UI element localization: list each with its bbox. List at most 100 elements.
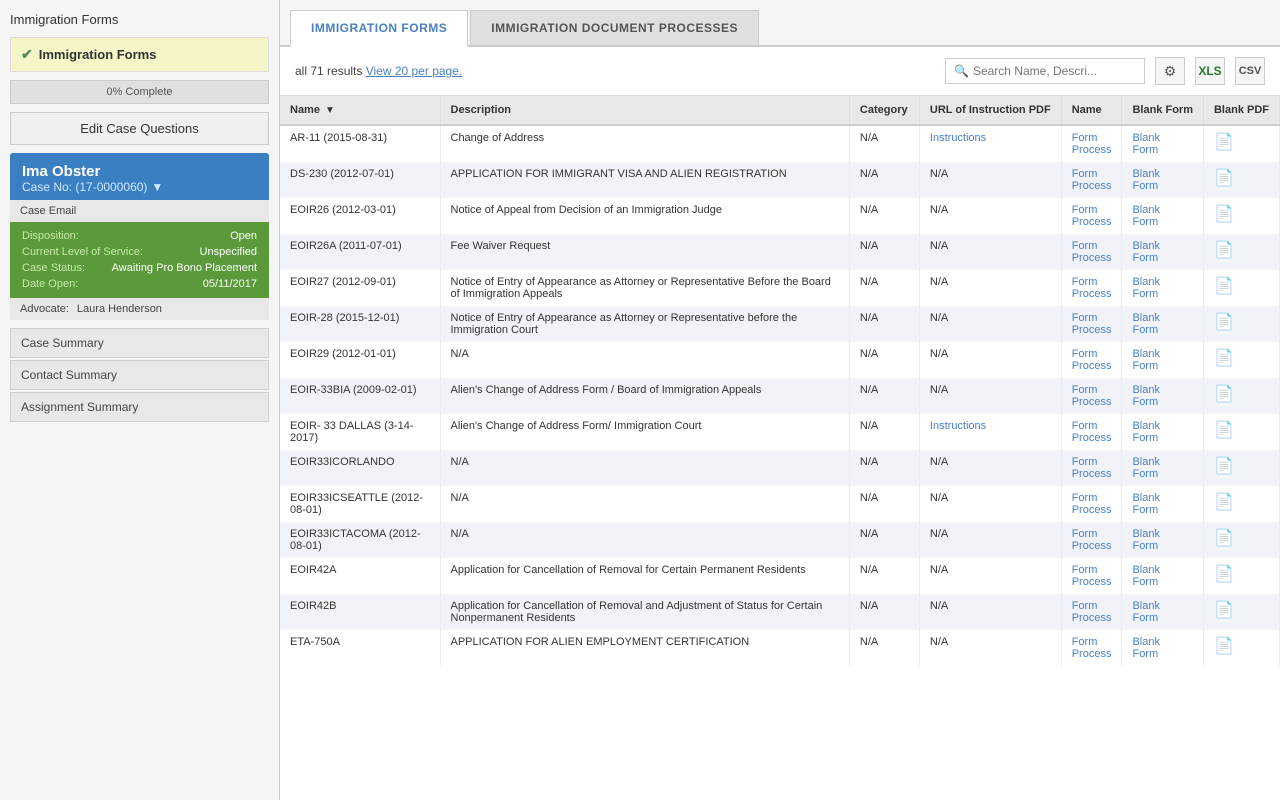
level-value: Unspecified <box>200 246 257 258</box>
filter-button[interactable]: ⚙ <box>1155 57 1185 85</box>
case-summary-link[interactable]: Case Summary <box>10 328 269 358</box>
main-content: IMMIGRATION FORMS IMMIGRATION DOCUMENT P… <box>280 0 1280 800</box>
blank-form-link[interactable]: BlankForm <box>1122 234 1204 270</box>
excel-icon: XLS <box>1198 64 1221 78</box>
url-cell[interactable]: Instructions <box>919 125 1061 162</box>
blank-form-link[interactable]: BlankForm <box>1122 522 1204 558</box>
form-process-link[interactable]: FormProcess <box>1061 125 1122 162</box>
table-row: EOIR26A (2011-07-01) Fee Waiver Request … <box>280 234 1280 270</box>
contact-summary-link[interactable]: Contact Summary <box>10 360 269 390</box>
table-row: ETA-750A APPLICATION FOR ALIEN EMPLOYMEN… <box>280 630 1280 666</box>
blank-form-link[interactable]: BlankForm <box>1122 414 1204 450</box>
form-name: AR-11 (2015-08-31) <box>280 125 440 162</box>
blank-form-link[interactable]: BlankForm <box>1122 162 1204 198</box>
disposition-row: Disposition: Open <box>22 230 257 242</box>
form-category: N/A <box>849 594 919 630</box>
search-input[interactable] <box>973 64 1133 78</box>
blank-pdf-cell[interactable]: 📄 <box>1203 558 1279 594</box>
url-cell: N/A <box>919 342 1061 378</box>
forms-table: Name ▼ Description Category URL of Instr… <box>280 96 1280 666</box>
sidebar-active-item[interactable]: ✔ Immigration Forms <box>10 37 269 72</box>
form-description: Notice of Entry of Appearance as Attorne… <box>440 306 849 342</box>
blank-pdf-cell[interactable]: 📄 <box>1203 450 1279 486</box>
col-header-description[interactable]: Description <box>440 96 849 125</box>
col-header-blank-form[interactable]: Blank Form <box>1122 96 1204 125</box>
advocate-label: Advocate: <box>20 303 69 315</box>
url-cell[interactable]: Instructions <box>919 414 1061 450</box>
form-category: N/A <box>849 198 919 234</box>
table-container: Name ▼ Description Category URL of Instr… <box>280 96 1280 800</box>
blank-pdf-cell[interactable]: 📄 <box>1203 630 1279 666</box>
form-category: N/A <box>849 450 919 486</box>
col-header-url[interactable]: URL of Instruction PDF <box>919 96 1061 125</box>
summary-links: Case Summary Contact Summary Assignment … <box>10 328 269 422</box>
form-process-link[interactable]: FormProcess <box>1061 270 1122 306</box>
col-header-name[interactable]: Name ▼ <box>280 96 440 125</box>
table-row: EOIR-33BIA (2009-02-01) Alien's Change o… <box>280 378 1280 414</box>
blank-pdf-cell[interactable]: 📄 <box>1203 198 1279 234</box>
table-row: EOIR29 (2012-01-01) N/A N/A N/A FormProc… <box>280 342 1280 378</box>
edit-case-button[interactable]: Edit Case Questions <box>10 112 269 145</box>
blank-pdf-cell[interactable]: 📄 <box>1203 125 1279 162</box>
form-process-link[interactable]: FormProcess <box>1061 594 1122 630</box>
advocate-row: Advocate: Laura Henderson <box>10 298 269 320</box>
form-process-link[interactable]: FormProcess <box>1061 234 1122 270</box>
blank-form-link[interactable]: BlankForm <box>1122 558 1204 594</box>
col-header-blank-pdf[interactable]: Blank PDF <box>1203 96 1279 125</box>
blank-pdf-cell[interactable]: 📄 <box>1203 234 1279 270</box>
url-cell: N/A <box>919 198 1061 234</box>
form-process-link[interactable]: FormProcess <box>1061 378 1122 414</box>
url-cell: N/A <box>919 450 1061 486</box>
blank-pdf-cell[interactable]: 📄 <box>1203 378 1279 414</box>
blank-form-link[interactable]: BlankForm <box>1122 342 1204 378</box>
form-process-link[interactable]: FormProcess <box>1061 198 1122 234</box>
blank-form-link[interactable]: BlankForm <box>1122 450 1204 486</box>
form-name: EOIR26 (2012-03-01) <box>280 198 440 234</box>
blank-form-link[interactable]: BlankForm <box>1122 630 1204 666</box>
blank-pdf-cell[interactable]: 📄 <box>1203 414 1279 450</box>
form-process-link[interactable]: FormProcess <box>1061 450 1122 486</box>
form-process-link[interactable]: FormProcess <box>1061 486 1122 522</box>
form-process-link[interactable]: FormProcess <box>1061 342 1122 378</box>
col-header-category[interactable]: Category <box>849 96 919 125</box>
table-row: AR-11 (2015-08-31) Change of Address N/A… <box>280 125 1280 162</box>
blank-form-link[interactable]: BlankForm <box>1122 270 1204 306</box>
blank-form-link[interactable]: BlankForm <box>1122 594 1204 630</box>
advocate-value: Laura Henderson <box>77 303 162 315</box>
blank-form-link[interactable]: BlankForm <box>1122 306 1204 342</box>
sidebar-title: Immigration Forms <box>10 10 269 29</box>
blank-form-link[interactable]: BlankForm <box>1122 486 1204 522</box>
date-value: 05/11/2017 <box>203 278 257 290</box>
results-info: all 71 results View 20 per page. <box>295 64 462 78</box>
assignment-summary-link[interactable]: Assignment Summary <box>10 392 269 422</box>
blank-pdf-cell[interactable]: 📄 <box>1203 306 1279 342</box>
blank-form-link[interactable]: BlankForm <box>1122 198 1204 234</box>
table-body: AR-11 (2015-08-31) Change of Address N/A… <box>280 125 1280 666</box>
blank-pdf-cell[interactable]: 📄 <box>1203 342 1279 378</box>
form-process-link[interactable]: FormProcess <box>1061 630 1122 666</box>
blank-pdf-cell[interactable]: 📄 <box>1203 522 1279 558</box>
per-page-link[interactable]: View 20 per page. <box>366 64 463 78</box>
tab-immigration-forms[interactable]: IMMIGRATION FORMS <box>290 10 468 47</box>
export-csv-button[interactable]: CSV <box>1235 57 1265 85</box>
form-process-link[interactable]: FormProcess <box>1061 522 1122 558</box>
col-header-name2[interactable]: Name <box>1061 96 1122 125</box>
blank-pdf-cell[interactable]: 📄 <box>1203 594 1279 630</box>
form-process-link[interactable]: FormProcess <box>1061 414 1122 450</box>
blank-form-link[interactable]: BlankForm <box>1122 378 1204 414</box>
form-process-link[interactable]: FormProcess <box>1061 306 1122 342</box>
url-cell: N/A <box>919 630 1061 666</box>
status-value: Awaiting Pro Bono Placement <box>112 262 257 274</box>
sidebar: Immigration Forms ✔ Immigration Forms 0%… <box>0 0 280 800</box>
form-process-link[interactable]: FormProcess <box>1061 162 1122 198</box>
form-process-link[interactable]: FormProcess <box>1061 558 1122 594</box>
case-name: Ima Obster <box>22 163 257 180</box>
blank-form-link[interactable]: BlankForm <box>1122 125 1204 162</box>
dropdown-icon[interactable]: ▼ <box>151 180 163 194</box>
export-excel-button[interactable]: XLS <box>1195 57 1225 85</box>
blank-pdf-cell[interactable]: 📄 <box>1203 162 1279 198</box>
blank-pdf-cell[interactable]: 📄 <box>1203 270 1279 306</box>
tab-immigration-document-processes[interactable]: IMMIGRATION DOCUMENT PROCESSES <box>470 10 759 45</box>
blank-pdf-cell[interactable]: 📄 <box>1203 486 1279 522</box>
form-category: N/A <box>849 378 919 414</box>
